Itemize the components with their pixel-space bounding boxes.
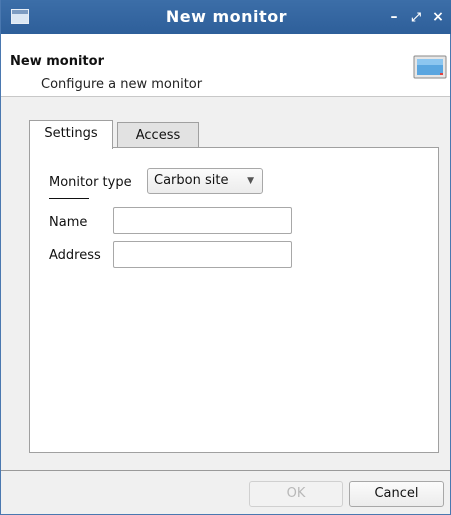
tab-container: Settings Access Monitor type Carbon site… <box>29 120 439 455</box>
title-bar[interactable]: New monitor – ⤢ × <box>1 0 451 34</box>
tab-access[interactable]: Access <box>117 122 199 149</box>
monitor-type-select[interactable]: Carbon site ▼ <box>147 168 263 194</box>
monitor-type-label: Monitor type <box>49 175 132 190</box>
address-field[interactable] <box>113 241 292 268</box>
minimize-icon[interactable]: – <box>386 8 402 26</box>
header-title: New monitor <box>10 54 104 69</box>
address-label: Address <box>49 248 101 263</box>
dialog-header: New monitor Configure a new monitor <box>1 34 450 97</box>
settings-panel: Monitor type Carbon site ▼ Name Address <box>29 147 439 453</box>
header-subtitle: Configure a new monitor <box>41 77 203 92</box>
label-underline <box>49 198 89 199</box>
window-title: New monitor <box>165 7 288 26</box>
monitor-type-value: Carbon site <box>154 173 229 188</box>
monitor-icon <box>413 55 447 79</box>
close-icon[interactable]: × <box>430 8 446 26</box>
name-field[interactable] <box>113 207 292 234</box>
maximize-icon[interactable]: ⤢ <box>408 8 424 26</box>
tab-settings[interactable]: Settings <box>29 120 113 149</box>
ok-button[interactable]: OK <box>249 481 343 507</box>
footer-divider <box>1 470 450 471</box>
dialog-window: New monitor – ⤢ × New monitor Configure … <box>0 0 451 515</box>
cancel-button[interactable]: Cancel <box>349 481 444 507</box>
name-label: Name <box>49 215 88 230</box>
chevron-down-icon: ▼ <box>247 176 254 186</box>
